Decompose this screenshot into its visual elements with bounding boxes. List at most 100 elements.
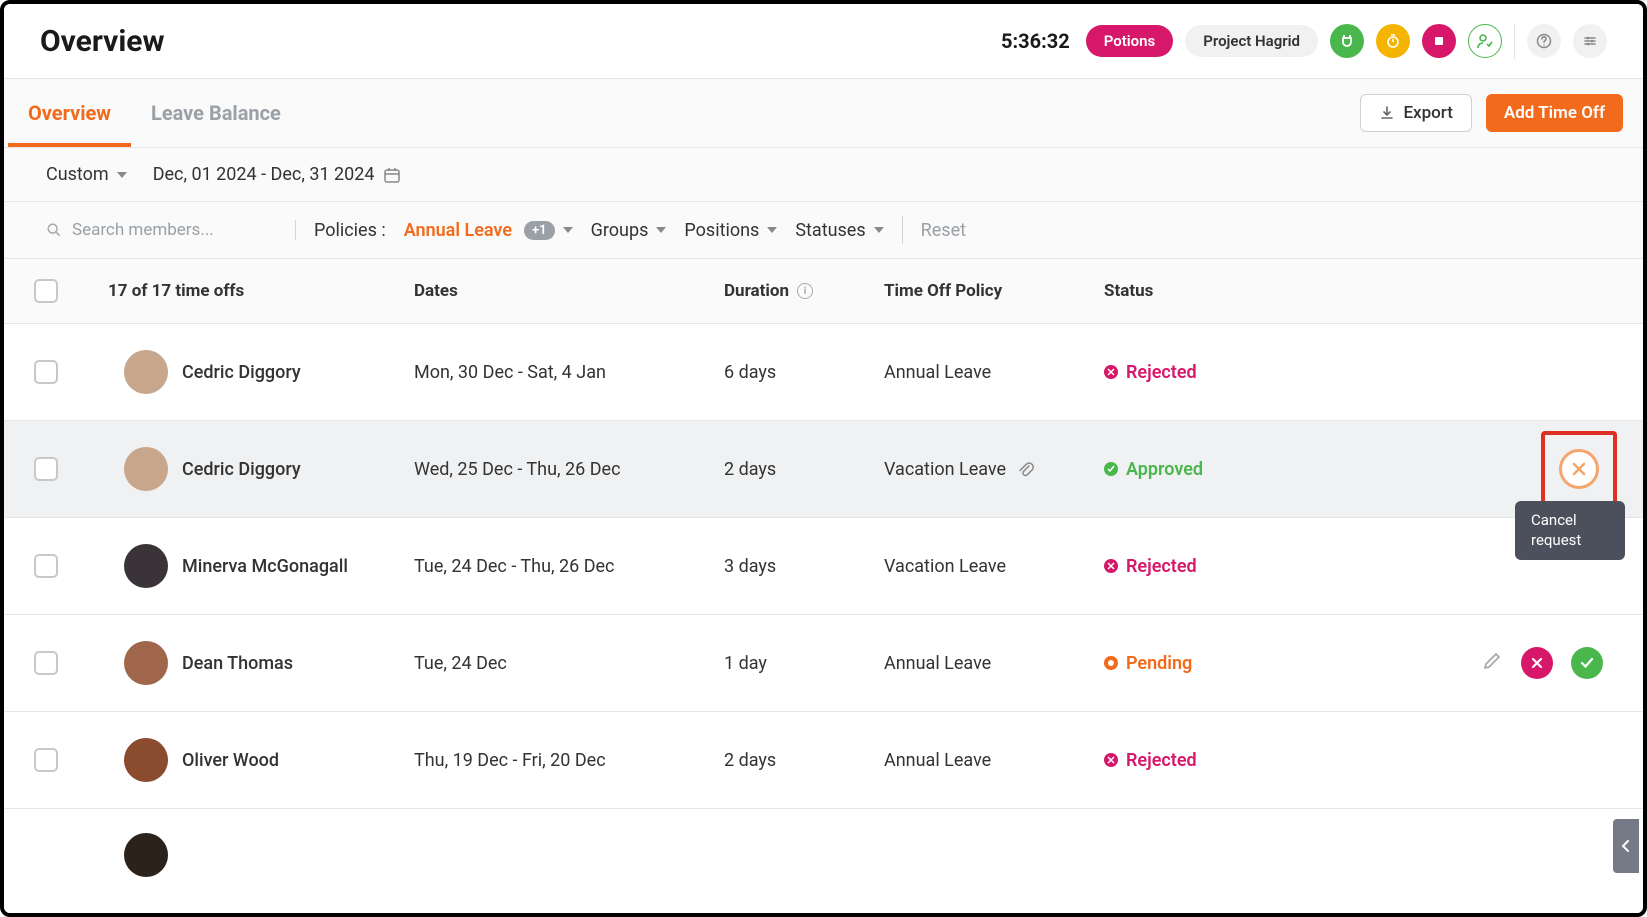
chevron-down-icon	[117, 172, 127, 178]
positions-dropdown[interactable]: Positions	[684, 220, 777, 241]
page-title: Overview	[40, 24, 165, 59]
row-checkbox[interactable]	[34, 651, 58, 675]
policy-cell: Vacation Leave	[884, 459, 1104, 480]
header-right: 5:36:32 Potions Project Hagrid	[1001, 23, 1607, 59]
export-label: Export	[1403, 103, 1452, 123]
member-name: Cedric Diggory	[182, 362, 301, 383]
col-member: 17 of 17 time offs	[34, 279, 414, 303]
stopwatch-icon[interactable]	[1376, 24, 1410, 58]
status-cell: Rejected	[1104, 750, 1264, 771]
status-dot-icon	[1104, 753, 1118, 767]
statuses-dropdown[interactable]: Statuses	[795, 220, 883, 241]
status-label: Rejected	[1126, 556, 1197, 577]
policies-label: Policies :	[314, 220, 386, 241]
duration-cell: 6 days	[724, 362, 884, 383]
status-dot-icon	[1104, 365, 1118, 379]
close-icon	[1570, 460, 1588, 478]
chevron-down-icon	[563, 227, 573, 233]
export-button[interactable]: Export	[1360, 94, 1471, 132]
collapse-panel-button[interactable]	[1613, 819, 1639, 873]
plug-icon[interactable]	[1330, 24, 1364, 58]
reject-button[interactable]	[1521, 647, 1553, 679]
col-duration: Duration i	[724, 281, 884, 301]
timer: 5:36:32	[1001, 29, 1070, 53]
approve-button[interactable]	[1571, 647, 1603, 679]
col-status: Status	[1104, 281, 1264, 301]
help-icon[interactable]	[1527, 24, 1561, 58]
table-body: Cedric Diggory Mon, 30 Dec - Sat, 4 Jan …	[4, 324, 1643, 877]
row-checkbox[interactable]	[34, 457, 58, 481]
status-dot-icon	[1104, 656, 1118, 670]
filter-custom-label: Custom	[46, 164, 109, 185]
row-checkbox[interactable]	[34, 748, 58, 772]
app-header: Overview 5:36:32 Potions Project Hagrid	[4, 4, 1643, 78]
attachment-icon[interactable]	[1016, 460, 1034, 478]
tabs-row: Overview Leave Balance Export Add Time O…	[4, 78, 1643, 148]
status-cell: Rejected	[1104, 556, 1264, 577]
status-cell: Pending	[1104, 653, 1264, 674]
date-range-label: Dec, 01 2024 - Dec, 31 2024	[153, 164, 375, 185]
filter-custom[interactable]: Custom	[46, 164, 127, 185]
search-icon	[46, 221, 62, 239]
groups-label: Groups	[591, 220, 649, 241]
row-checkbox[interactable]	[34, 554, 58, 578]
tag-project[interactable]: Project Hagrid	[1185, 25, 1318, 57]
dates-cell: Mon, 30 Dec - Sat, 4 Jan	[414, 362, 724, 383]
stop-icon[interactable]	[1422, 24, 1456, 58]
row-checkbox[interactable]	[34, 360, 58, 384]
table-row[interactable]	[4, 809, 1643, 877]
tag-potions[interactable]: Potions	[1086, 25, 1174, 57]
positions-label: Positions	[684, 220, 759, 241]
status-label: Approved	[1126, 459, 1203, 480]
edit-button[interactable]	[1481, 650, 1503, 677]
policy-cell: Annual Leave	[884, 362, 1104, 383]
status-label: Rejected	[1126, 362, 1197, 383]
filter-divider	[902, 216, 903, 244]
secondary-filter: Policies : Annual Leave +1 Groups Positi…	[4, 202, 1643, 259]
avatar	[124, 447, 168, 491]
settings-icon[interactable]	[1573, 24, 1607, 58]
col-dates: Dates	[414, 281, 724, 301]
filter-date-range[interactable]: Dec, 01 2024 - Dec, 31 2024	[153, 164, 401, 185]
statuses-label: Statuses	[795, 220, 865, 241]
user-check-icon[interactable]	[1468, 24, 1502, 58]
avatar	[124, 641, 168, 685]
calendar-icon	[383, 166, 401, 184]
table-row[interactable]: Cedric Diggory Mon, 30 Dec - Sat, 4 Jan …	[4, 324, 1643, 421]
status-dot-icon	[1104, 462, 1118, 476]
duration-cell: 1 day	[724, 653, 884, 674]
policy-cell: Vacation Leave	[884, 556, 1104, 577]
cancel-highlight	[1541, 431, 1617, 507]
dates-cell: Wed, 25 Dec - Thu, 26 Dec	[414, 459, 724, 480]
table-row[interactable]: Oliver Wood Thu, 19 Dec - Fri, 20 Dec 2 …	[4, 712, 1643, 809]
tab-actions: Export Add Time Off	[1360, 94, 1623, 132]
add-time-off-button[interactable]: Add Time Off	[1486, 94, 1623, 132]
info-icon[interactable]: i	[797, 283, 813, 299]
cancel-request-button[interactable]	[1559, 449, 1599, 489]
table-row[interactable]: Minerva McGonagall Tue, 24 Dec - Thu, 26…	[4, 518, 1643, 615]
policy-label: Vacation Leave	[884, 459, 1006, 480]
table-row[interactable]: Dean Thomas Tue, 24 Dec 1 day Annual Lea…	[4, 615, 1643, 712]
status-label: Pending	[1126, 653, 1192, 674]
groups-dropdown[interactable]: Groups	[591, 220, 667, 241]
select-all-checkbox[interactable]	[34, 279, 58, 303]
reset-link[interactable]: Reset	[921, 220, 966, 241]
chevron-down-icon	[874, 227, 884, 233]
dates-cell: Tue, 24 Dec	[414, 653, 724, 674]
policies-dropdown[interactable]: Annual Leave +1	[404, 220, 573, 241]
policy-cell: Annual Leave	[884, 653, 1104, 674]
status-cell: Rejected	[1104, 362, 1264, 383]
duration-cell: 2 days	[724, 459, 884, 480]
member-name: Oliver Wood	[182, 750, 279, 771]
avatar	[124, 544, 168, 588]
duration-cell: 2 days	[724, 750, 884, 771]
col-policy: Time Off Policy	[884, 281, 1104, 301]
dates-cell: Thu, 19 Dec - Fri, 20 Dec	[414, 750, 724, 771]
table-row[interactable]: Cedric Diggory Wed, 25 Dec - Thu, 26 Dec…	[4, 421, 1643, 518]
dates-cell: Tue, 24 Dec - Thu, 26 Dec	[414, 556, 724, 577]
search-input[interactable]	[72, 220, 277, 240]
tab-overview[interactable]: Overview	[8, 79, 131, 147]
member-name: Dean Thomas	[182, 653, 293, 674]
chevron-down-icon	[767, 227, 777, 233]
tab-leave-balance[interactable]: Leave Balance	[131, 79, 301, 147]
